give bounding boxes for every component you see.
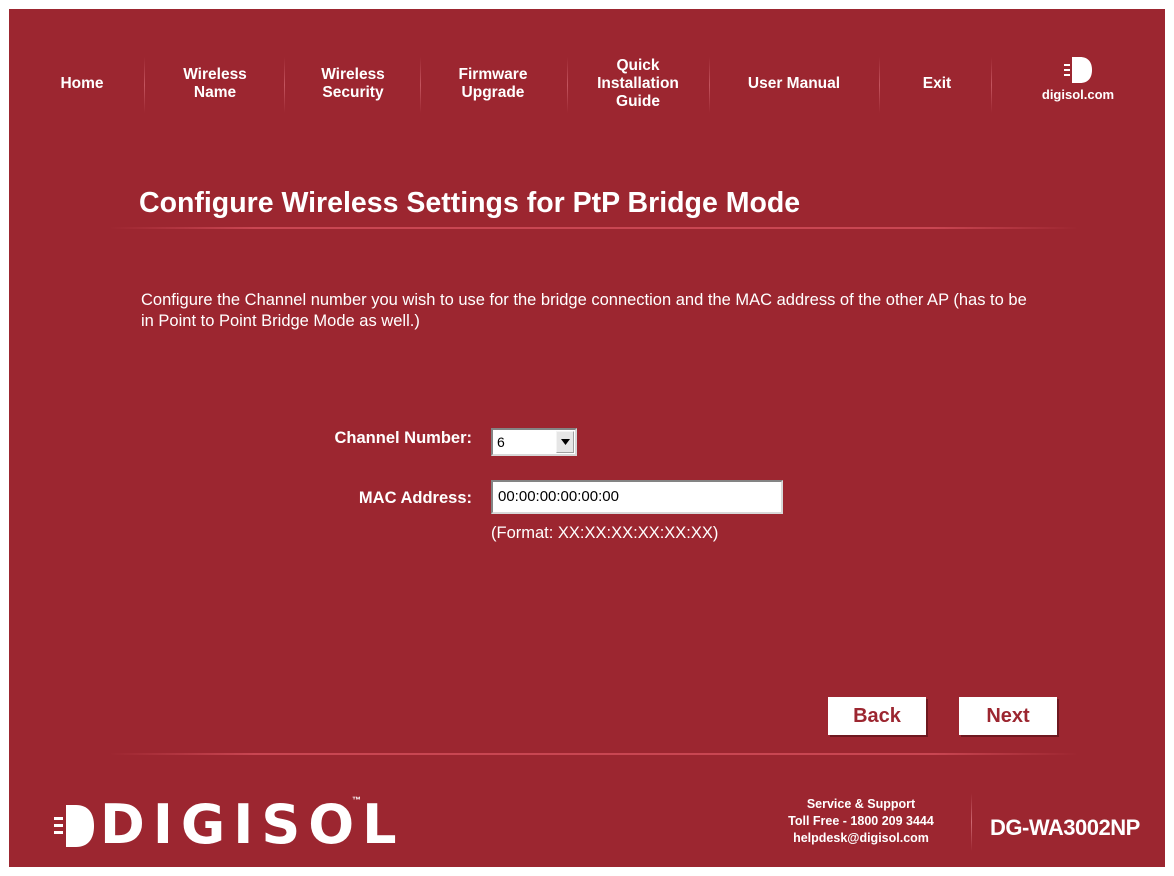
next-button[interactable]: Next [959,697,1057,735]
nav-home[interactable]: Home [27,49,137,119]
model-number: DG-WA3002NP [990,815,1140,840]
mac-address-input[interactable]: 00:00:00:00:00:00 [491,480,783,514]
nav-quick-installation-guide[interactable]: Quick Installation Guide [577,49,699,119]
nav-logo-url: digisol.com [1041,87,1115,102]
nav-quick-installation-guide-label: Quick Installation Guide [597,57,679,110]
nav-firmware-upgrade[interactable]: Firmware Upgrade [437,49,549,119]
page-title: Configure Wireless Settings for PtP Brid… [139,187,801,219]
digisol-brand-logo: DIGISOL ™ [52,795,397,855]
support-title: Service & Support [806,797,916,811]
nav-logo-link[interactable]: digisol.com [1013,49,1143,119]
nav-wireless-name-label: Wireless Name [183,66,247,101]
nav-divider [709,57,710,113]
nav-divider [284,57,285,113]
nav-wireless-security-label: Wireless Security [321,66,385,101]
nav-divider [420,57,421,113]
trademark-mark: ™ [352,795,361,805]
title-divider [109,227,1079,229]
nav-divider [144,57,145,113]
top-nav: Home Wireless Name Wireless Security Fir… [9,49,1165,129]
nav-firmware-upgrade-label: Firmware Upgrade [458,66,528,101]
nav-divider [991,57,992,113]
footer-separator [971,793,972,851]
nav-exit-label: Exit [922,75,952,92]
nav-exit[interactable]: Exit [889,49,985,119]
nav-wireless-name[interactable]: Wireless Name [159,49,271,119]
mac-address-label: MAC Address: [358,489,472,507]
channel-number-value: 6 [497,434,505,450]
channel-number-label: Channel Number: [334,429,472,447]
back-button[interactable]: Back [828,697,926,735]
nav-divider [879,57,880,113]
digisol-d-logo-icon [54,805,94,847]
page-frame: Home Wireless Name Wireless Security Fir… [9,9,1165,867]
nav-divider [567,57,568,113]
nav-user-manual[interactable]: User Manual [721,49,867,119]
page-description: Configure the Channel number you wish to… [141,291,1027,330]
mac-format-hint: (Format: XX:XX:XX:XX:XX:XX) [491,524,719,542]
support-email: helpdesk@digisol.com [793,831,929,845]
channel-number-select[interactable]: 6 [491,428,577,456]
footer-divider [109,753,1079,755]
support-toll-free: Toll Free - 1800 209 3444 [788,814,934,828]
digisol-d-logo-icon [1064,57,1092,83]
chevron-down-icon[interactable] [556,431,574,453]
nav-wireless-security[interactable]: Wireless Security [297,49,409,119]
support-info: Service & Support Toll Free - 1800 209 3… [761,796,961,847]
nav-user-manual-label: User Manual [747,75,841,92]
nav-home-label: Home [60,75,104,92]
